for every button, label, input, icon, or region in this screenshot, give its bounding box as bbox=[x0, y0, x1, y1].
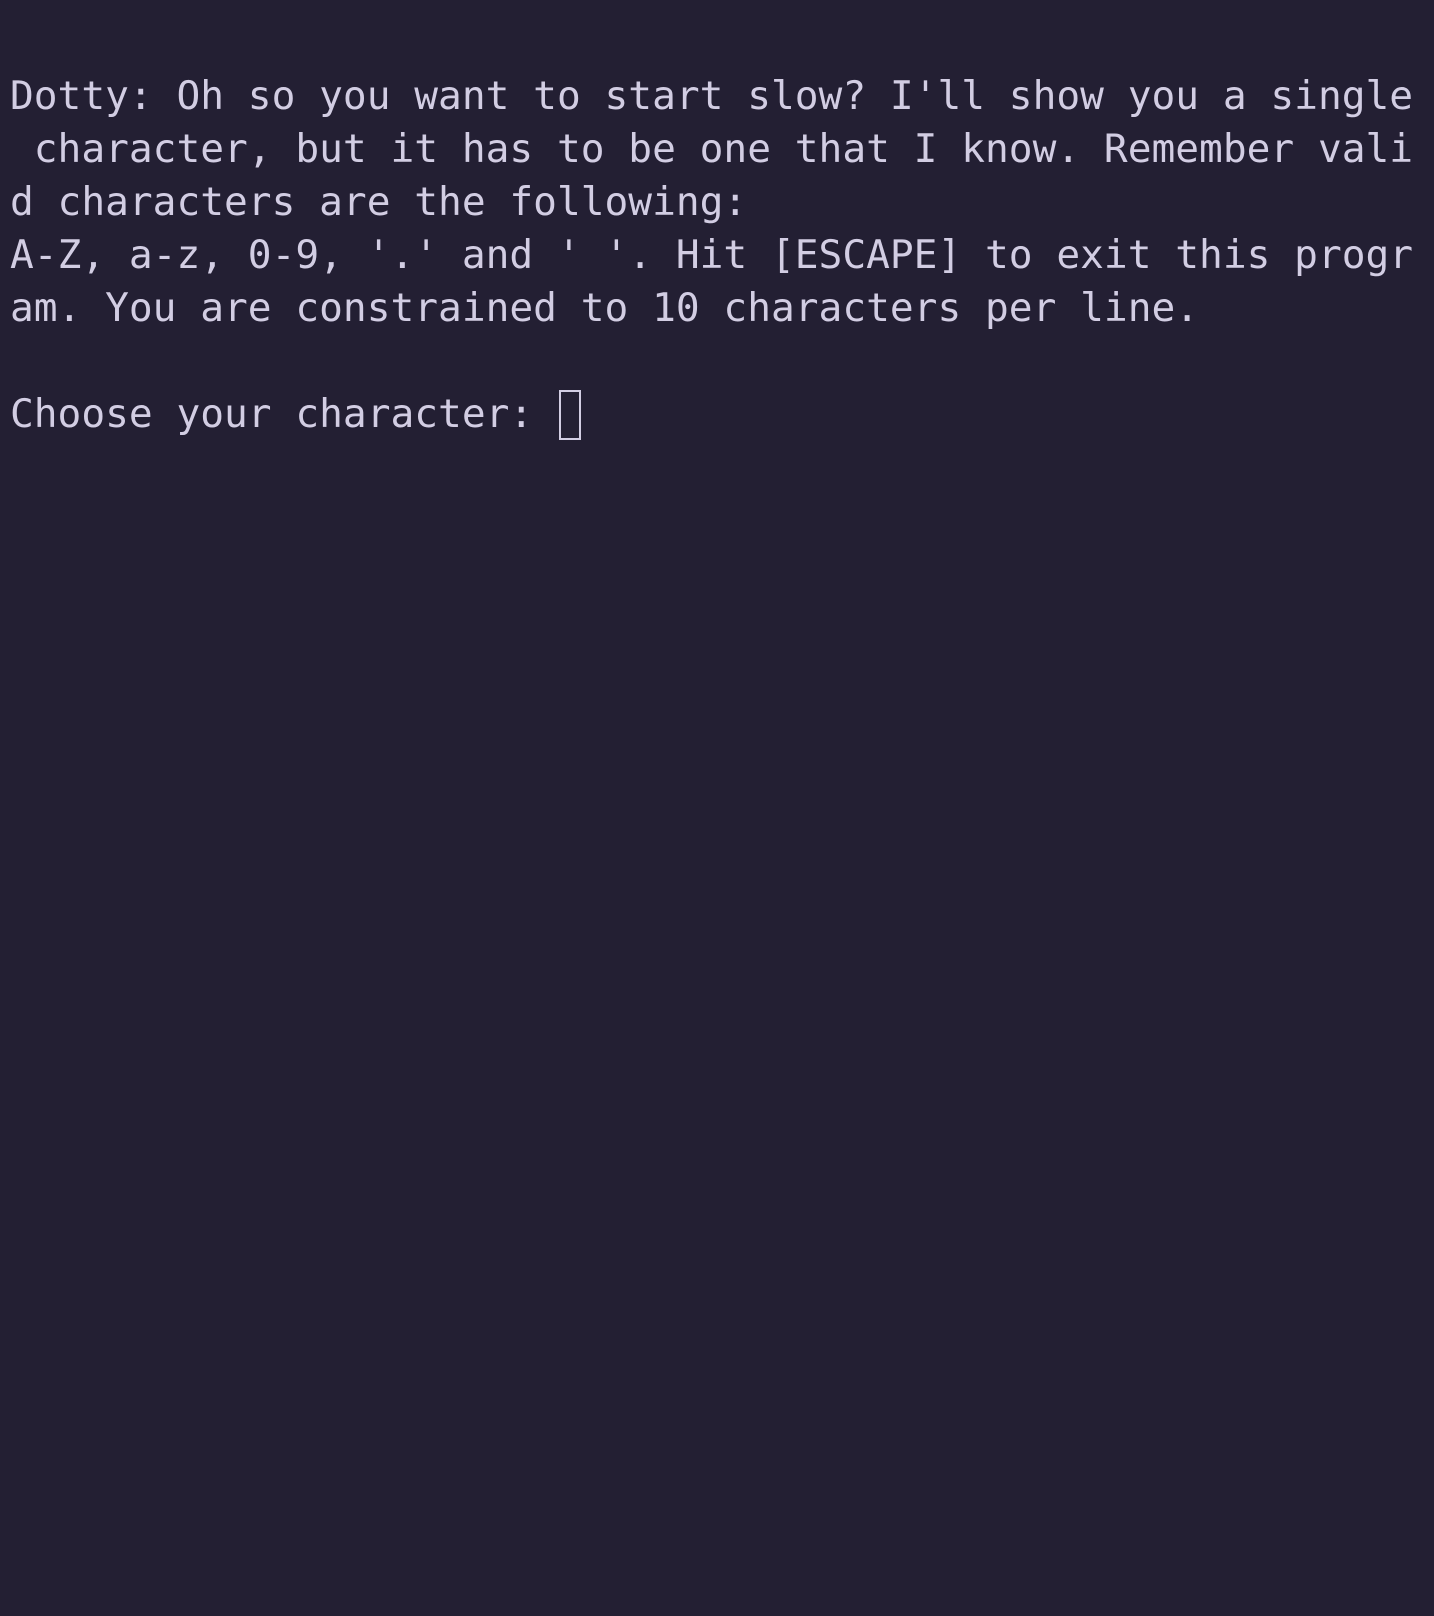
terminal-output-line: Dotty: Oh so you want to start slow? I'l… bbox=[10, 73, 1414, 119]
terminal-output-line: character, but it has to be one that I k… bbox=[10, 126, 1414, 172]
terminal-output-line: A-Z, a-z, 0-9, '.' and ' '. Hit [ESCAPE]… bbox=[10, 232, 1414, 278]
prompt-line[interactable]: Choose your character: bbox=[10, 388, 582, 441]
terminal-output-line: d characters are the following: bbox=[10, 179, 748, 225]
text-cursor[interactable] bbox=[559, 389, 582, 440]
prompt-label: Choose your character: bbox=[10, 391, 534, 437]
terminal-window[interactable]: Dotty: Oh so you want to start slow? I'l… bbox=[0, 0, 1434, 1616]
terminal-output-line: am. You are constrained to 10 characters… bbox=[10, 285, 1200, 331]
